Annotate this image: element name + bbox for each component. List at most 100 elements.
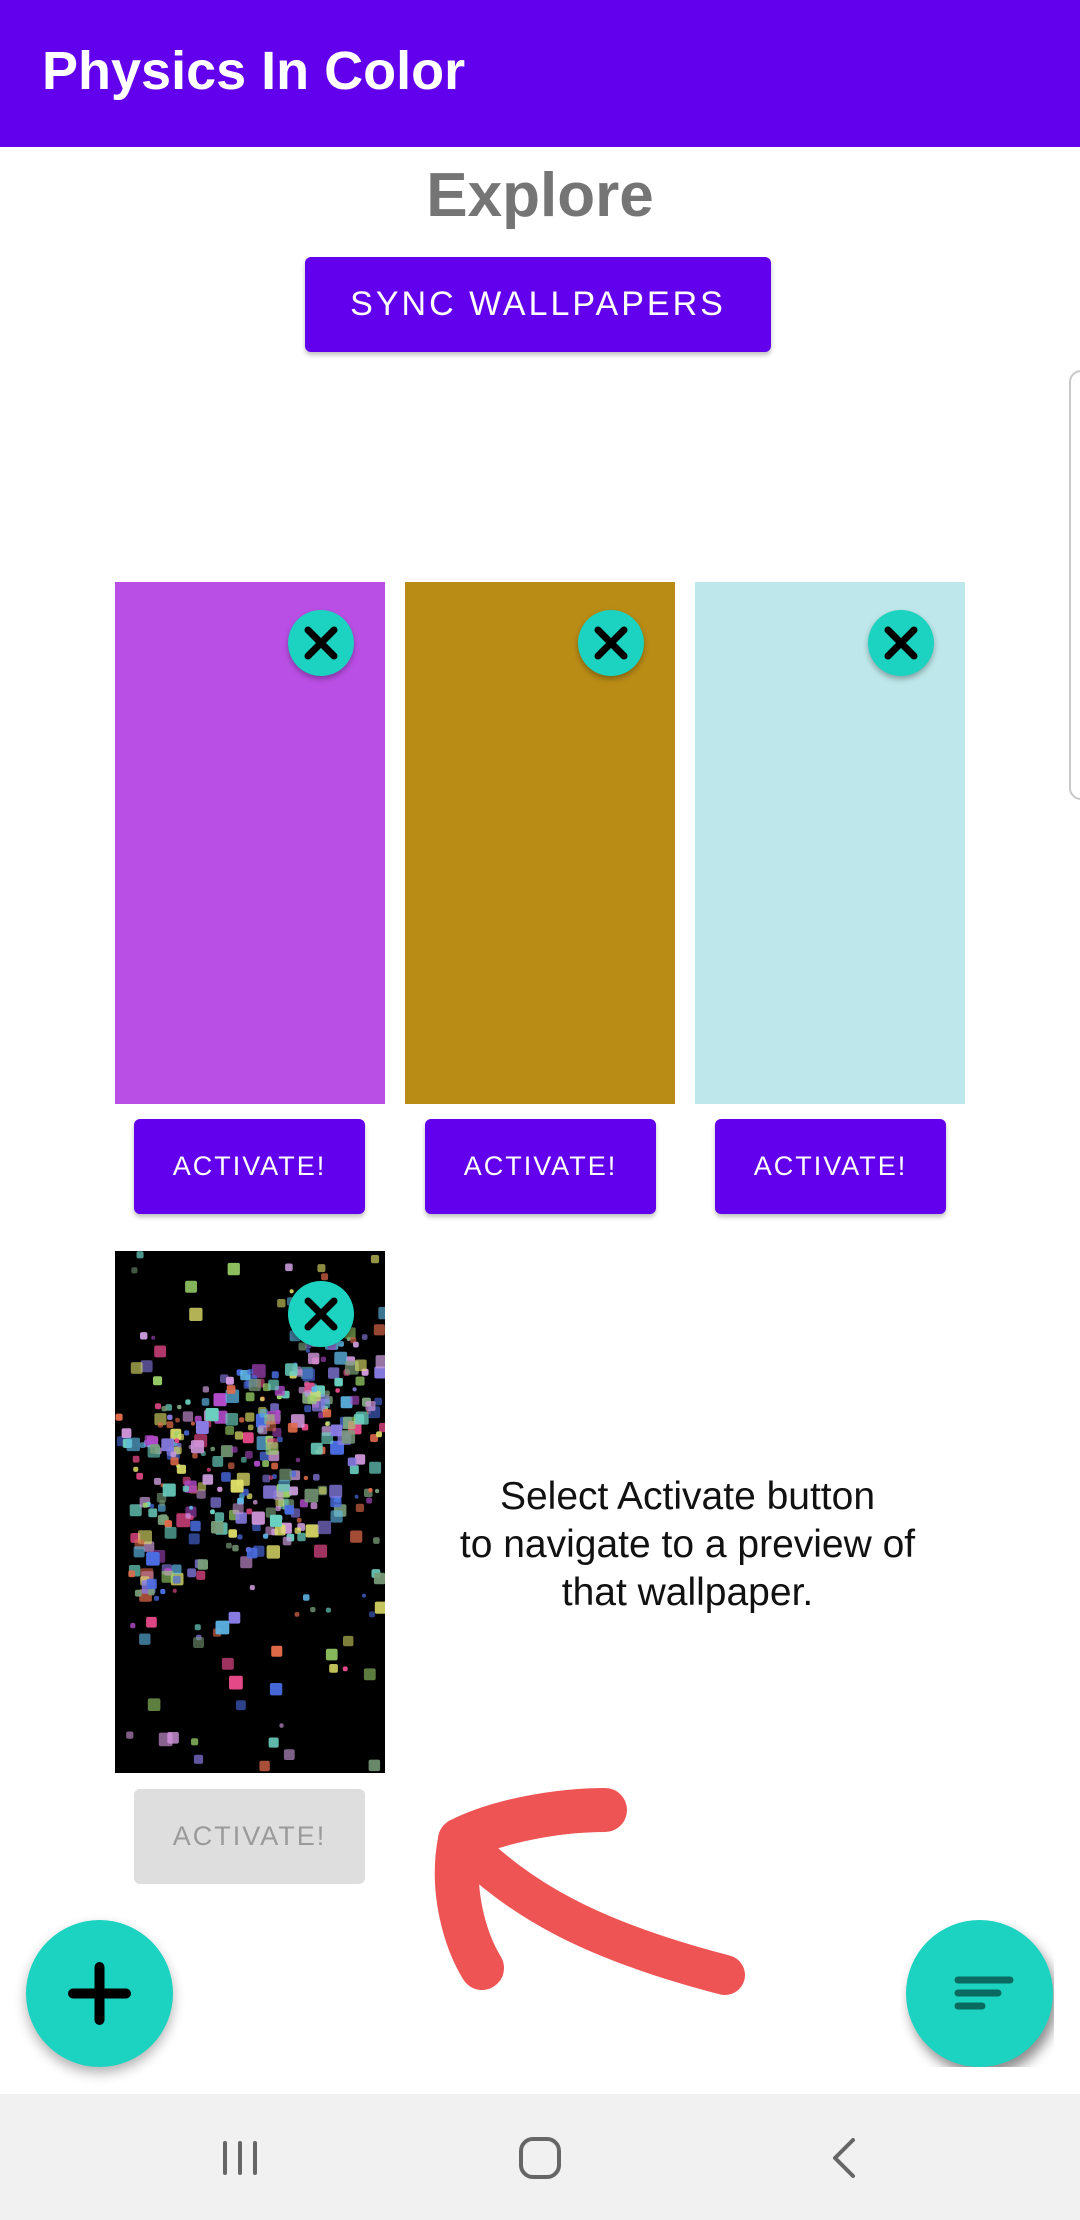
activate-button[interactable]: ACTIVATE! [425, 1119, 656, 1214]
particle [373, 1324, 385, 1336]
particle [366, 1497, 373, 1504]
particle [283, 1749, 295, 1760]
particle [177, 1404, 182, 1410]
particle [277, 1436, 283, 1443]
particle [254, 1460, 260, 1467]
particle [240, 1456, 247, 1463]
activate-button-disabled[interactable]: ACTIVATE! [134, 1789, 365, 1884]
particle [320, 1356, 327, 1362]
particle [182, 1411, 194, 1422]
particle [247, 1368, 254, 1375]
particle [184, 1430, 190, 1436]
wallpaper-card[interactable] [405, 582, 675, 1104]
particle [375, 1355, 385, 1369]
page-title: Explore [426, 161, 654, 230]
particle [275, 1409, 281, 1415]
particle [146, 1616, 157, 1628]
particle [154, 1345, 167, 1358]
particle [350, 1395, 360, 1405]
particle [325, 1421, 330, 1426]
particle [193, 1637, 204, 1648]
activate-button[interactable]: ACTIVATE! [134, 1119, 365, 1214]
sync-wallpapers-button[interactable]: SYNC WALLPAPERS [305, 257, 771, 352]
particle [324, 1390, 330, 1396]
particle [147, 1698, 161, 1711]
particle [202, 1386, 209, 1393]
particle [232, 1503, 244, 1515]
particle [161, 1438, 175, 1452]
edge-panel-handle[interactable] [1069, 370, 1080, 800]
particle [170, 1457, 179, 1466]
particle [175, 1417, 180, 1423]
particle [205, 1408, 219, 1422]
particle [342, 1666, 348, 1672]
wallpaper-card[interactable] [115, 1251, 385, 1773]
system-navigation-bar [0, 2094, 1080, 2220]
particle [155, 1403, 162, 1410]
particle [192, 1453, 198, 1459]
particle [310, 1607, 316, 1613]
particle [229, 1675, 243, 1690]
particle [350, 1530, 363, 1543]
particle [245, 1392, 255, 1402]
particle [310, 1502, 318, 1510]
particle [370, 1255, 380, 1264]
back-button[interactable] [815, 2128, 875, 2188]
particle [133, 1466, 139, 1472]
wallpaper-card[interactable] [115, 582, 385, 1104]
sort-filter-icon [954, 1976, 1014, 2010]
remove-wallpaper-button[interactable] [868, 610, 934, 676]
particle [268, 1475, 274, 1480]
remove-wallpaper-button[interactable] [288, 1281, 354, 1347]
particle [187, 1568, 196, 1578]
particle [277, 1299, 286, 1308]
particle [226, 1376, 234, 1385]
particle [259, 1396, 265, 1402]
recents-button[interactable] [210, 2128, 270, 2188]
particle [164, 1526, 177, 1539]
particle [211, 1521, 224, 1534]
particle [177, 1442, 182, 1448]
particle [341, 1430, 356, 1444]
particle [210, 1446, 215, 1452]
remove-wallpaper-button[interactable] [288, 610, 354, 676]
particle [172, 1588, 177, 1593]
home-button[interactable] [510, 2128, 570, 2188]
particle [334, 1377, 343, 1387]
particle [352, 1387, 357, 1392]
particle [342, 1416, 356, 1430]
sort-filter-fab[interactable] [906, 1920, 1053, 2067]
particle [226, 1542, 232, 1549]
particle [325, 1648, 338, 1661]
activate-button[interactable]: ACTIVATE! [715, 1119, 946, 1214]
particle [259, 1760, 270, 1772]
particle [248, 1378, 261, 1392]
particle [190, 1520, 201, 1532]
particle [133, 1546, 145, 1558]
particle [213, 1393, 227, 1407]
particle [206, 1467, 211, 1472]
particle [239, 1417, 245, 1423]
annotation-arrow [434, 1788, 745, 1995]
particle [226, 1385, 236, 1394]
add-wallpaper-fab[interactable] [26, 1920, 173, 2067]
particle [172, 1575, 181, 1584]
particle [176, 1464, 186, 1474]
wallpaper-card[interactable] [695, 582, 965, 1104]
particle [149, 1503, 155, 1509]
particle [159, 1500, 165, 1506]
particle [373, 1572, 385, 1585]
particle [368, 1759, 381, 1772]
particle [378, 1306, 385, 1320]
particle [373, 1537, 380, 1544]
particle [230, 1479, 244, 1493]
particle [278, 1479, 290, 1492]
remove-wallpaper-button[interactable] [578, 610, 644, 676]
particle [166, 1421, 174, 1429]
particle [287, 1422, 298, 1433]
particle [305, 1524, 319, 1538]
particle [197, 1559, 208, 1570]
particle [234, 1431, 243, 1440]
particle [262, 1460, 269, 1467]
app-title: Physics In Color [42, 41, 466, 101]
